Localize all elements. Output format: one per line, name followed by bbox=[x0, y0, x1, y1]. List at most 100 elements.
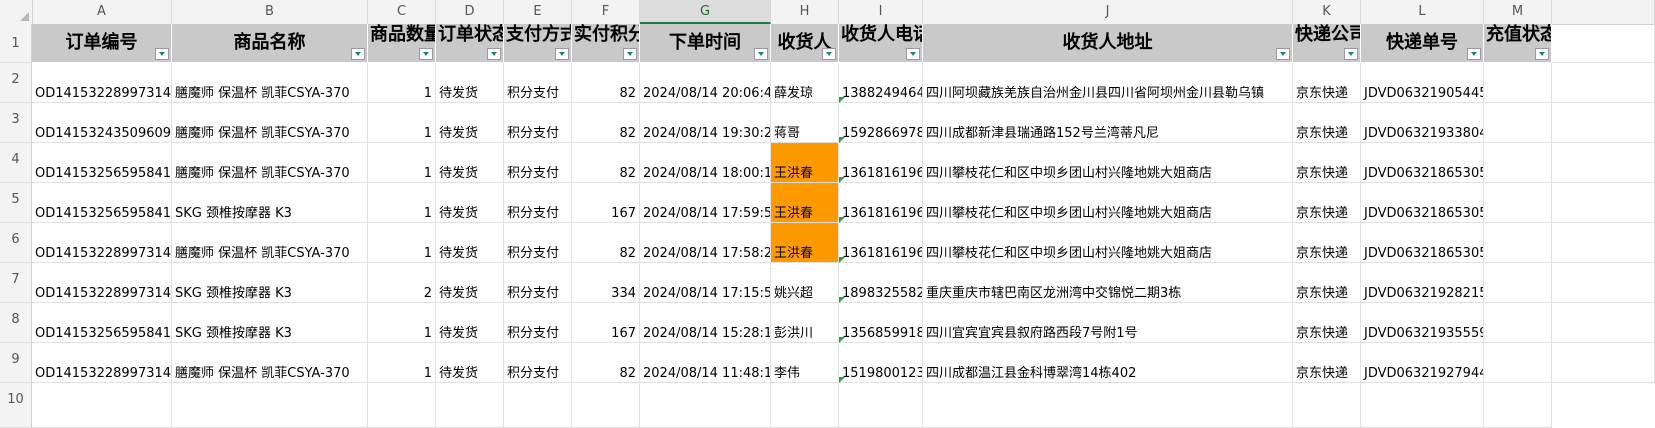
data-cell[interactable]: 积分支付 bbox=[504, 183, 572, 223]
empty-cell[interactable] bbox=[839, 383, 923, 428]
filter-dropdown-icon[interactable] bbox=[351, 48, 365, 60]
data-cell[interactable]: 1 bbox=[368, 143, 436, 183]
data-cell[interactable]: 京东快递 bbox=[1293, 143, 1361, 183]
data-cell[interactable]: 1 bbox=[368, 343, 436, 383]
data-cell[interactable]: JDVD06321928215 bbox=[1361, 263, 1484, 303]
data-cell[interactable]: OD1415322899731477 bbox=[32, 223, 172, 263]
header-cell[interactable]: 订单状态 bbox=[436, 24, 504, 63]
data-cell[interactable]: 13618161969 bbox=[839, 143, 923, 183]
filter-dropdown-icon[interactable] bbox=[419, 48, 433, 60]
data-cell[interactable]: 15198001230 bbox=[839, 343, 923, 383]
column-header-f[interactable]: F bbox=[572, 0, 640, 24]
data-cell[interactable]: 2024/08/14 15:28:15 bbox=[640, 303, 771, 343]
row-header-10[interactable]: 10 bbox=[0, 383, 32, 428]
data-cell[interactable]: 167 bbox=[572, 303, 640, 343]
column-header-a[interactable]: A bbox=[32, 0, 172, 24]
data-cell[interactable]: 膳魔师 保温杯 凯菲CSYA-370 bbox=[172, 143, 368, 183]
data-cell[interactable]: 积分支付 bbox=[504, 263, 572, 303]
column-header-h[interactable]: H bbox=[771, 0, 839, 24]
header-cell[interactable]: 收货人地址 bbox=[923, 24, 1293, 63]
data-cell[interactable]: 167 bbox=[572, 183, 640, 223]
data-cell[interactable]: 四川攀枝花仁和区中坝乡团山村兴隆地姚大姐商店 bbox=[923, 143, 1293, 183]
data-cell[interactable]: 姚兴超 bbox=[771, 263, 839, 303]
row-header-9[interactable]: 9 bbox=[0, 343, 32, 383]
data-cell[interactable]: SKG 颈椎按摩器 K3 bbox=[172, 263, 368, 303]
data-cell[interactable]: 积分支付 bbox=[504, 223, 572, 263]
data-cell[interactable]: 13618161969 bbox=[839, 223, 923, 263]
data-cell[interactable]: 82 bbox=[572, 63, 640, 103]
data-cell[interactable]: 2024/08/14 20:06:40 bbox=[640, 63, 771, 103]
filter-dropdown-icon[interactable] bbox=[623, 48, 637, 60]
data-cell[interactable]: 2024/08/14 11:48:18 bbox=[640, 343, 771, 383]
row-header-4[interactable]: 4 bbox=[0, 143, 32, 183]
data-cell[interactable]: 膳魔师 保温杯 凯菲CSYA-370 bbox=[172, 103, 368, 143]
data-cell[interactable] bbox=[1484, 63, 1552, 103]
empty-cell[interactable] bbox=[640, 383, 771, 428]
empty-cell[interactable] bbox=[1552, 303, 1655, 343]
data-cell[interactable]: 积分支付 bbox=[504, 143, 572, 183]
data-cell[interactable]: 王洪春 bbox=[771, 143, 839, 183]
data-cell[interactable] bbox=[1484, 143, 1552, 183]
data-cell[interactable]: 待发货 bbox=[436, 103, 504, 143]
data-cell[interactable]: 2024/08/14 19:30:27 bbox=[640, 103, 771, 143]
header-cell[interactable]: 快递公司 bbox=[1293, 24, 1361, 63]
empty-cell[interactable] bbox=[172, 383, 368, 428]
data-cell[interactable]: OD1415325659584105 bbox=[32, 143, 172, 183]
data-cell[interactable]: OD1415322899731473 bbox=[32, 343, 172, 383]
data-cell[interactable]: JDVD06321865305 bbox=[1361, 223, 1484, 263]
data-cell[interactable]: 待发货 bbox=[436, 343, 504, 383]
column-header-e[interactable]: E bbox=[504, 0, 572, 24]
data-cell[interactable]: JDVD06321933804 bbox=[1361, 103, 1484, 143]
data-cell[interactable]: 2024/08/14 17:59:54 bbox=[640, 183, 771, 223]
data-cell[interactable]: 1 bbox=[368, 223, 436, 263]
data-cell[interactable]: 彭洪川 bbox=[771, 303, 839, 343]
column-header-m[interactable]: M bbox=[1484, 0, 1552, 24]
data-cell[interactable]: 13568599185 bbox=[839, 303, 923, 343]
header-cell[interactable]: 实付积分 bbox=[572, 24, 640, 63]
data-cell[interactable]: 2024/08/14 17:58:20 bbox=[640, 223, 771, 263]
empty-cell[interactable] bbox=[1552, 24, 1655, 63]
empty-cell[interactable] bbox=[1552, 63, 1655, 103]
data-cell[interactable]: 膳魔师 保温杯 凯菲CSYA-370 bbox=[172, 343, 368, 383]
row-header-2[interactable]: 2 bbox=[0, 63, 32, 103]
row-header-7[interactable]: 7 bbox=[0, 263, 32, 303]
data-cell[interactable]: 1 bbox=[368, 63, 436, 103]
data-cell[interactable]: OD1415325659584104 bbox=[32, 183, 172, 223]
data-cell[interactable]: 待发货 bbox=[436, 263, 504, 303]
data-cell[interactable]: 膳魔师 保温杯 凯菲CSYA-370 bbox=[172, 223, 368, 263]
data-cell[interactable]: JDVD06321927944 bbox=[1361, 343, 1484, 383]
header-cell[interactable]: 充值状态 bbox=[1484, 24, 1552, 63]
data-cell[interactable]: 待发货 bbox=[436, 223, 504, 263]
data-cell[interactable]: 13618161969 bbox=[839, 183, 923, 223]
data-cell[interactable]: 82 bbox=[572, 223, 640, 263]
data-cell[interactable]: 京东快递 bbox=[1293, 103, 1361, 143]
data-cell[interactable]: 82 bbox=[572, 103, 640, 143]
column-header-k[interactable]: K bbox=[1293, 0, 1361, 24]
empty-cell[interactable] bbox=[1552, 343, 1655, 383]
filter-dropdown-icon[interactable] bbox=[1344, 48, 1358, 60]
data-cell[interactable]: 积分支付 bbox=[504, 63, 572, 103]
data-cell[interactable] bbox=[1484, 303, 1552, 343]
row-header-5[interactable]: 5 bbox=[0, 183, 32, 223]
row-header-8[interactable]: 8 bbox=[0, 303, 32, 343]
data-cell[interactable]: 京东快递 bbox=[1293, 303, 1361, 343]
header-cell[interactable]: 收货人电话 bbox=[839, 24, 923, 63]
header-cell[interactable]: 商品数量 bbox=[368, 24, 436, 63]
data-cell[interactable]: JDVD06321905445 bbox=[1361, 63, 1484, 103]
data-cell[interactable]: 待发货 bbox=[436, 183, 504, 223]
data-cell[interactable] bbox=[1484, 103, 1552, 143]
header-cell[interactable]: 订单编号 bbox=[32, 24, 172, 63]
column-header-c[interactable]: C bbox=[368, 0, 436, 24]
empty-cell[interactable] bbox=[1552, 223, 1655, 263]
data-cell[interactable]: 京东快递 bbox=[1293, 223, 1361, 263]
data-cell[interactable]: 李伟 bbox=[771, 343, 839, 383]
filter-dropdown-icon[interactable] bbox=[1535, 48, 1549, 60]
empty-cell[interactable] bbox=[1484, 383, 1552, 428]
filter-dropdown-icon[interactable] bbox=[487, 48, 501, 60]
empty-cell[interactable] bbox=[1293, 383, 1361, 428]
filter-dropdown-icon[interactable] bbox=[1276, 48, 1290, 60]
column-header-g[interactable]: G bbox=[640, 0, 771, 24]
column-header-b[interactable]: B bbox=[172, 0, 368, 24]
empty-cell[interactable] bbox=[32, 383, 172, 428]
empty-cell[interactable] bbox=[436, 383, 504, 428]
